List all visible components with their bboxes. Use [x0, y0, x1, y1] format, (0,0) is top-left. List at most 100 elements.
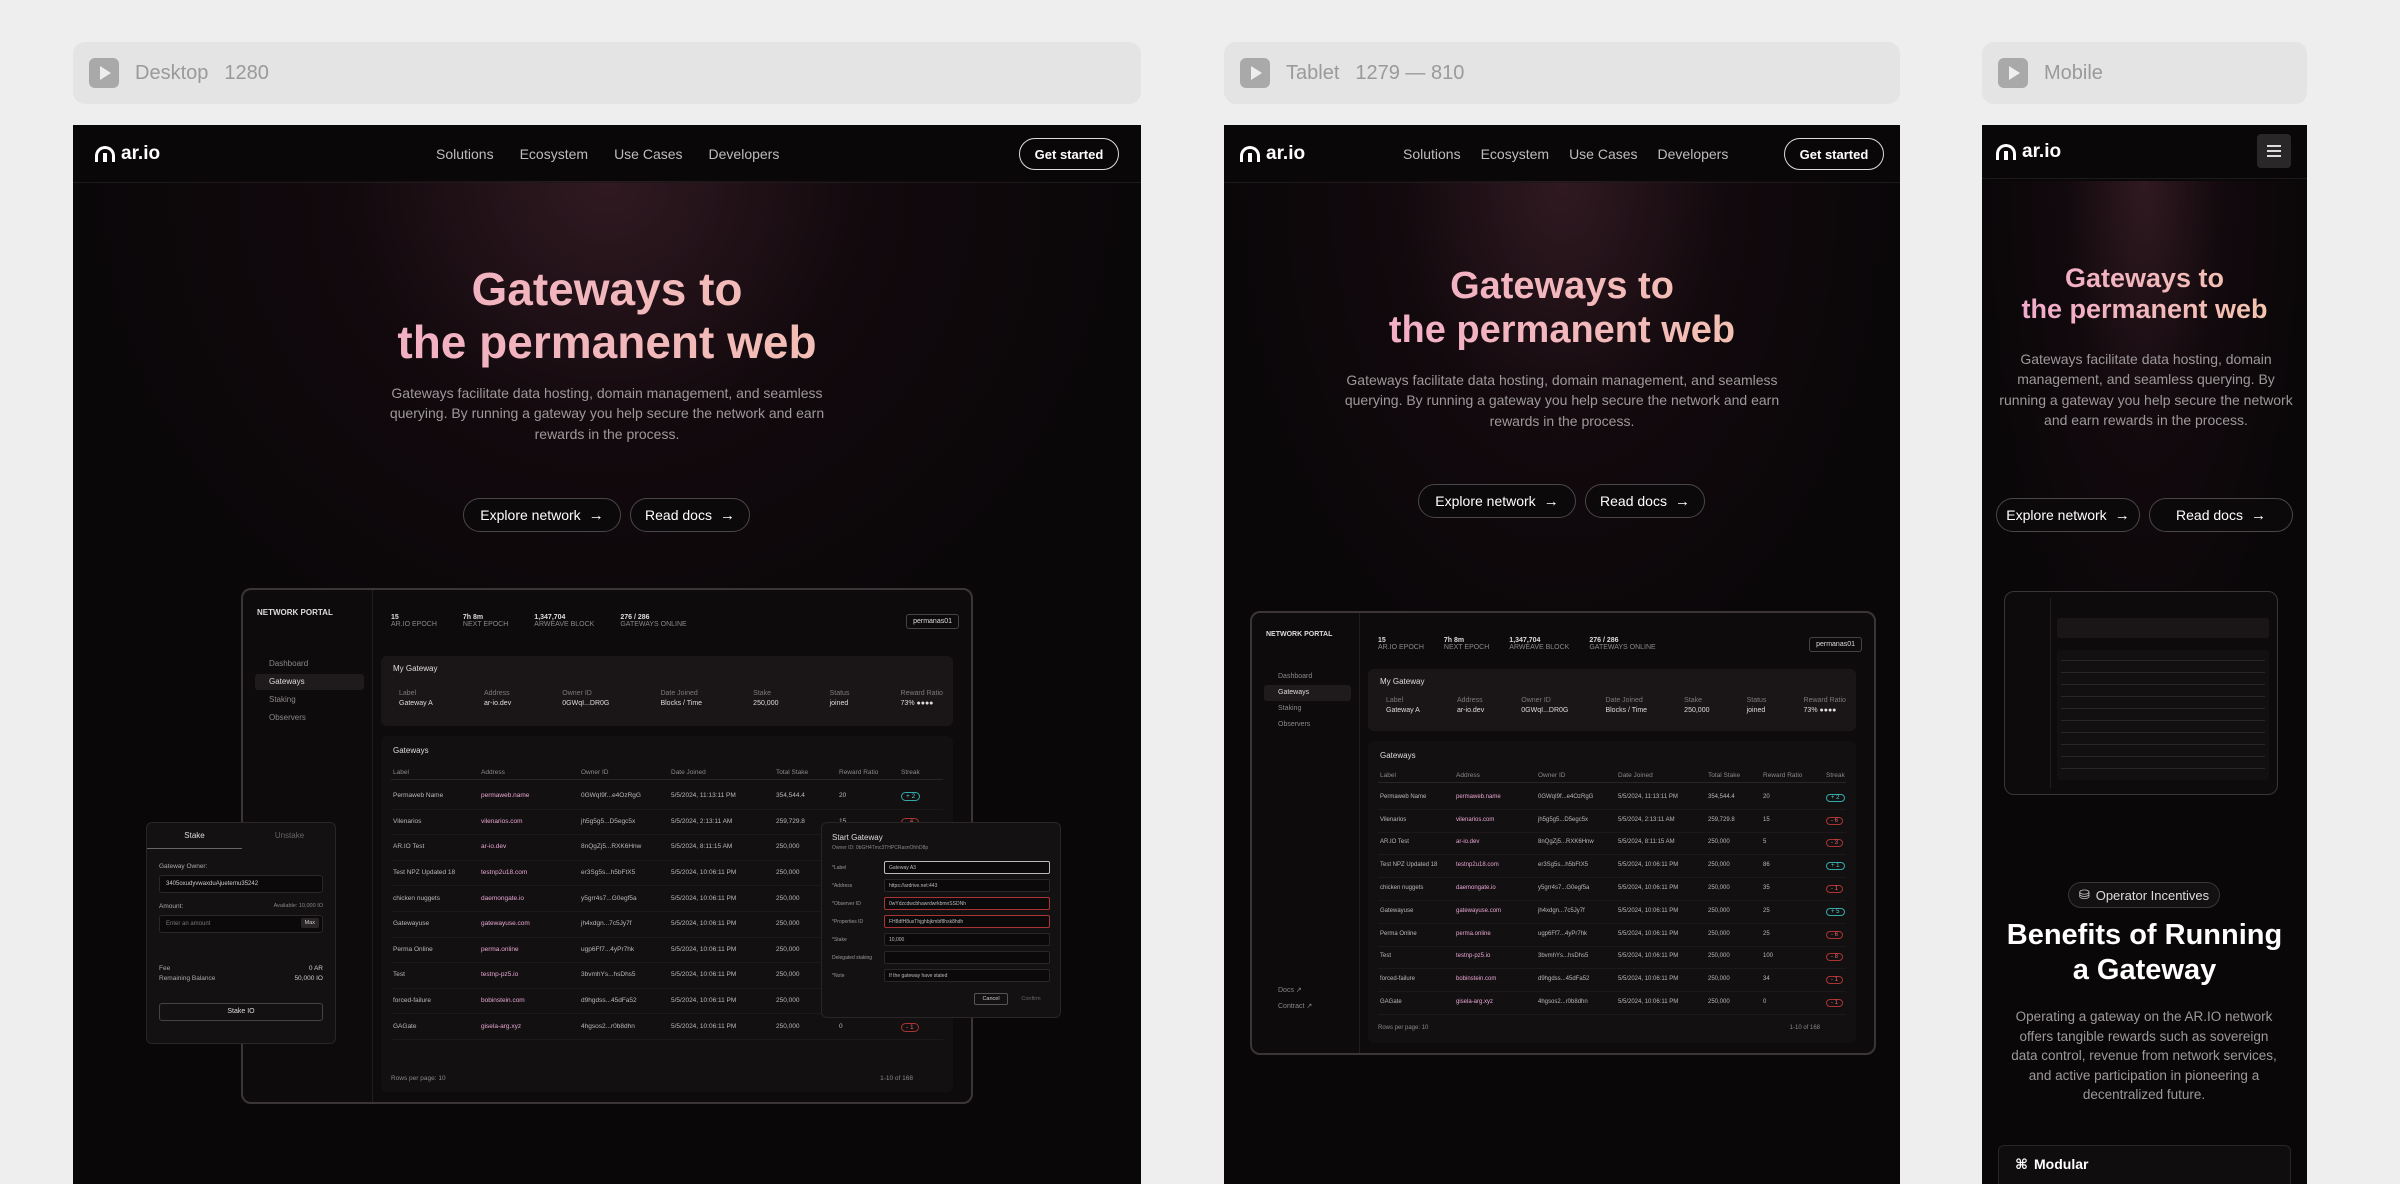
confirm-button[interactable]: Confirm	[1014, 993, 1048, 1005]
get-started-button[interactable]: Get started	[1019, 138, 1119, 170]
table-row[interactable]: GAGate gisela-arg.xyz 4hgsos2...r0b8dhn 5/5…	[391, 1014, 943, 1040]
col-label[interactable]: Label	[1380, 772, 1396, 779]
site-logo[interactable]: ar.io	[95, 143, 160, 165]
table-row[interactable]: Vilenarios vilenarios.com jh5g5g5...D5egc5…	[1378, 810, 1846, 833]
col-address[interactable]: Address	[1456, 772, 1480, 779]
site-logo[interactable]: ar.io	[1996, 141, 2061, 163]
table-row[interactable]: forced-failure bobinstein.com d9hgdss...45…	[1378, 969, 1846, 993]
table-row[interactable]: GAGate gisela-arg.xyz 4hgsos2...r0b8dhn 5/5…	[1378, 992, 1846, 1015]
cancel-button[interactable]: Cancel	[974, 993, 1008, 1005]
wallet-button[interactable]: permanas01	[906, 613, 959, 629]
amount-input[interactable]: Enter an amount	[159, 915, 323, 933]
sidebar-item-observers[interactable]: Observers	[1264, 717, 1351, 733]
get-started-button[interactable]: Get started	[1784, 138, 1884, 170]
cell-address[interactable]: gisela-arg.xyz	[481, 1023, 521, 1030]
cell-address[interactable]: gisela-arg.xyz	[1456, 999, 1493, 1005]
stake-io-button[interactable]: Stake IO	[159, 1003, 323, 1021]
cell-owner: er3Sg5s...h5bFtX5	[581, 869, 636, 877]
nav-link-developers[interactable]: Developers	[1658, 146, 1729, 162]
rows-per-page-select[interactable]: 10	[1422, 1025, 1429, 1031]
play-icon[interactable]	[1998, 58, 2028, 88]
col-owner[interactable]: Owner ID	[581, 769, 608, 776]
cell-address[interactable]: bobinstein.com	[1456, 976, 1496, 982]
sidebar-item-observers[interactable]: Observers	[255, 710, 364, 726]
gateway-owner-field[interactable]: 3405oxudyvwaxduAjueternu35242	[159, 875, 323, 893]
sidebar-item-staking[interactable]: Staking	[1264, 701, 1351, 717]
cell-address[interactable]: testnp2u18.com	[481, 869, 527, 876]
cell-address[interactable]: permaweb.name	[481, 792, 529, 799]
tab-unstake[interactable]: Unstake	[242, 823, 337, 849]
col-date[interactable]: Date Joined	[1618, 772, 1653, 779]
read-docs-button[interactable]: Read docs →	[1585, 484, 1705, 518]
play-icon[interactable]	[1240, 58, 1270, 88]
sidebar-item-contract[interactable]: Contract ↗	[1264, 999, 1351, 1015]
start-field-input[interactable]: If the gateway have stated	[884, 969, 1050, 982]
cell-ratio: 25	[1763, 907, 1770, 914]
cell-address[interactable]: bobinstein.com	[481, 997, 525, 1004]
start-field-input[interactable]: Gateway A3	[884, 861, 1050, 874]
nav-link-ecosystem[interactable]: Ecosystem	[1481, 146, 1549, 162]
cell-address[interactable]: vilenarios.com	[481, 818, 523, 825]
sidebar-item-gateways[interactable]: Gateways	[1264, 685, 1351, 701]
start-field-input[interactable]: FH8dfH8usThjghbjkmbf8hsk8hdh	[884, 915, 1050, 928]
menu-icon[interactable]	[2257, 134, 2291, 168]
nav-link-ecosystem[interactable]: Ecosystem	[520, 146, 588, 162]
explore-network-button[interactable]: Explore network →	[1418, 484, 1576, 518]
site-logo[interactable]: ar.io	[1240, 143, 1305, 165]
start-field-input[interactable]: 10,000	[884, 933, 1050, 946]
col-owner[interactable]: Owner ID	[1538, 772, 1565, 779]
col-label[interactable]: Label	[393, 769, 409, 776]
sidebar-item-dashboard[interactable]: Dashboard	[255, 656, 364, 672]
sidebar-item-docs[interactable]: Docs ↗	[1264, 983, 1351, 999]
explore-network-button[interactable]: Explore network →	[463, 498, 621, 532]
cell-address[interactable]: ar-io.dev	[481, 843, 506, 850]
cell-address[interactable]: daemongate.io	[481, 895, 524, 902]
col-ratio[interactable]: Reward Ratio	[1763, 772, 1802, 779]
start-field-input[interactable]: https://ardrive.net:443	[884, 879, 1050, 892]
explore-network-button[interactable]: Explore network →	[1996, 498, 2140, 532]
table-row[interactable]: AR.IO Test ar-io.dev 8nQgZj5...RXK6Hnw 5/5/…	[1378, 833, 1846, 856]
table-row[interactable]: Perma Online perma.online ugp6Ff7...4yPr7h…	[1378, 924, 1846, 947]
read-docs-button[interactable]: Read docs →	[2149, 498, 2293, 532]
cell-address[interactable]: ar-io.dev	[1456, 839, 1479, 845]
cell-address[interactable]: permaweb.name	[1456, 794, 1501, 800]
cell-address[interactable]: perma.online	[481, 946, 519, 953]
nav-link-use-cases[interactable]: Use Cases	[614, 146, 682, 162]
col-address[interactable]: Address	[481, 769, 505, 776]
col-date[interactable]: Date Joined	[671, 769, 706, 776]
col-stake[interactable]: Total Stake	[1708, 772, 1740, 779]
table-row[interactable]: Test testnp-pz5.io 3bvmhYs...hsDhs5 5/5/202…	[1378, 947, 1846, 970]
table-row[interactable]: Permaweb Name permaweb.name 0GWqI9f...e4Oz…	[1378, 787, 1846, 810]
col-streak[interactable]: Streak	[1826, 772, 1845, 779]
cell-address[interactable]: testnp-pz5.io	[1456, 953, 1490, 959]
sidebar-item-staking[interactable]: Staking	[255, 692, 364, 708]
max-button[interactable]: Max	[300, 918, 319, 928]
nav-link-developers[interactable]: Developers	[709, 146, 780, 162]
nav-link-use-cases[interactable]: Use Cases	[1569, 146, 1637, 162]
start-field-input[interactable]: 0wYdzcdwcbhawrdwrkbmnSSDNh	[884, 897, 1050, 910]
nav-link-solutions[interactable]: Solutions	[436, 146, 494, 162]
col-stake[interactable]: Total Stake	[776, 769, 808, 776]
sidebar-item-gateways[interactable]: Gateways	[255, 674, 364, 690]
play-icon[interactable]	[89, 58, 119, 88]
start-field-input[interactable]	[884, 951, 1050, 964]
table-row[interactable]: chicken nuggets daemongate.io y5grr4s7...G…	[1378, 878, 1846, 901]
table-row[interactable]: Permaweb Name permaweb.name 0GWqI9f...e4Oz…	[391, 784, 943, 810]
col-ratio[interactable]: Reward Ratio	[839, 769, 878, 776]
read-docs-button[interactable]: Read docs →	[630, 498, 750, 532]
cell-address[interactable]: gatewayuse.com	[1456, 908, 1501, 914]
cell-address[interactable]: daemongate.io	[1456, 885, 1496, 891]
table-row[interactable]: Gatewayuse gatewayuse.com jh4xdgn...7c5Jy7…	[1378, 901, 1846, 924]
cell-address[interactable]: perma.online	[1456, 931, 1491, 937]
tab-stake[interactable]: Stake	[147, 823, 242, 849]
rows-per-page-select[interactable]: 10	[438, 1075, 445, 1082]
wallet-button[interactable]: permanas01	[1809, 636, 1862, 652]
cell-address[interactable]: gatewayuse.com	[481, 920, 530, 927]
nav-link-solutions[interactable]: Solutions	[1403, 146, 1461, 162]
sidebar-item-dashboard[interactable]: Dashboard	[1264, 669, 1351, 685]
cell-address[interactable]: vilenarios.com	[1456, 817, 1494, 823]
col-streak[interactable]: Streak	[901, 769, 920, 776]
cell-address[interactable]: testnp-pz5.io	[481, 971, 518, 978]
cell-address[interactable]: testnp2u18.com	[1456, 862, 1499, 868]
table-row[interactable]: Test NPZ Updated 18 testnp2u18.com er3Sg5s…	[1378, 855, 1846, 879]
